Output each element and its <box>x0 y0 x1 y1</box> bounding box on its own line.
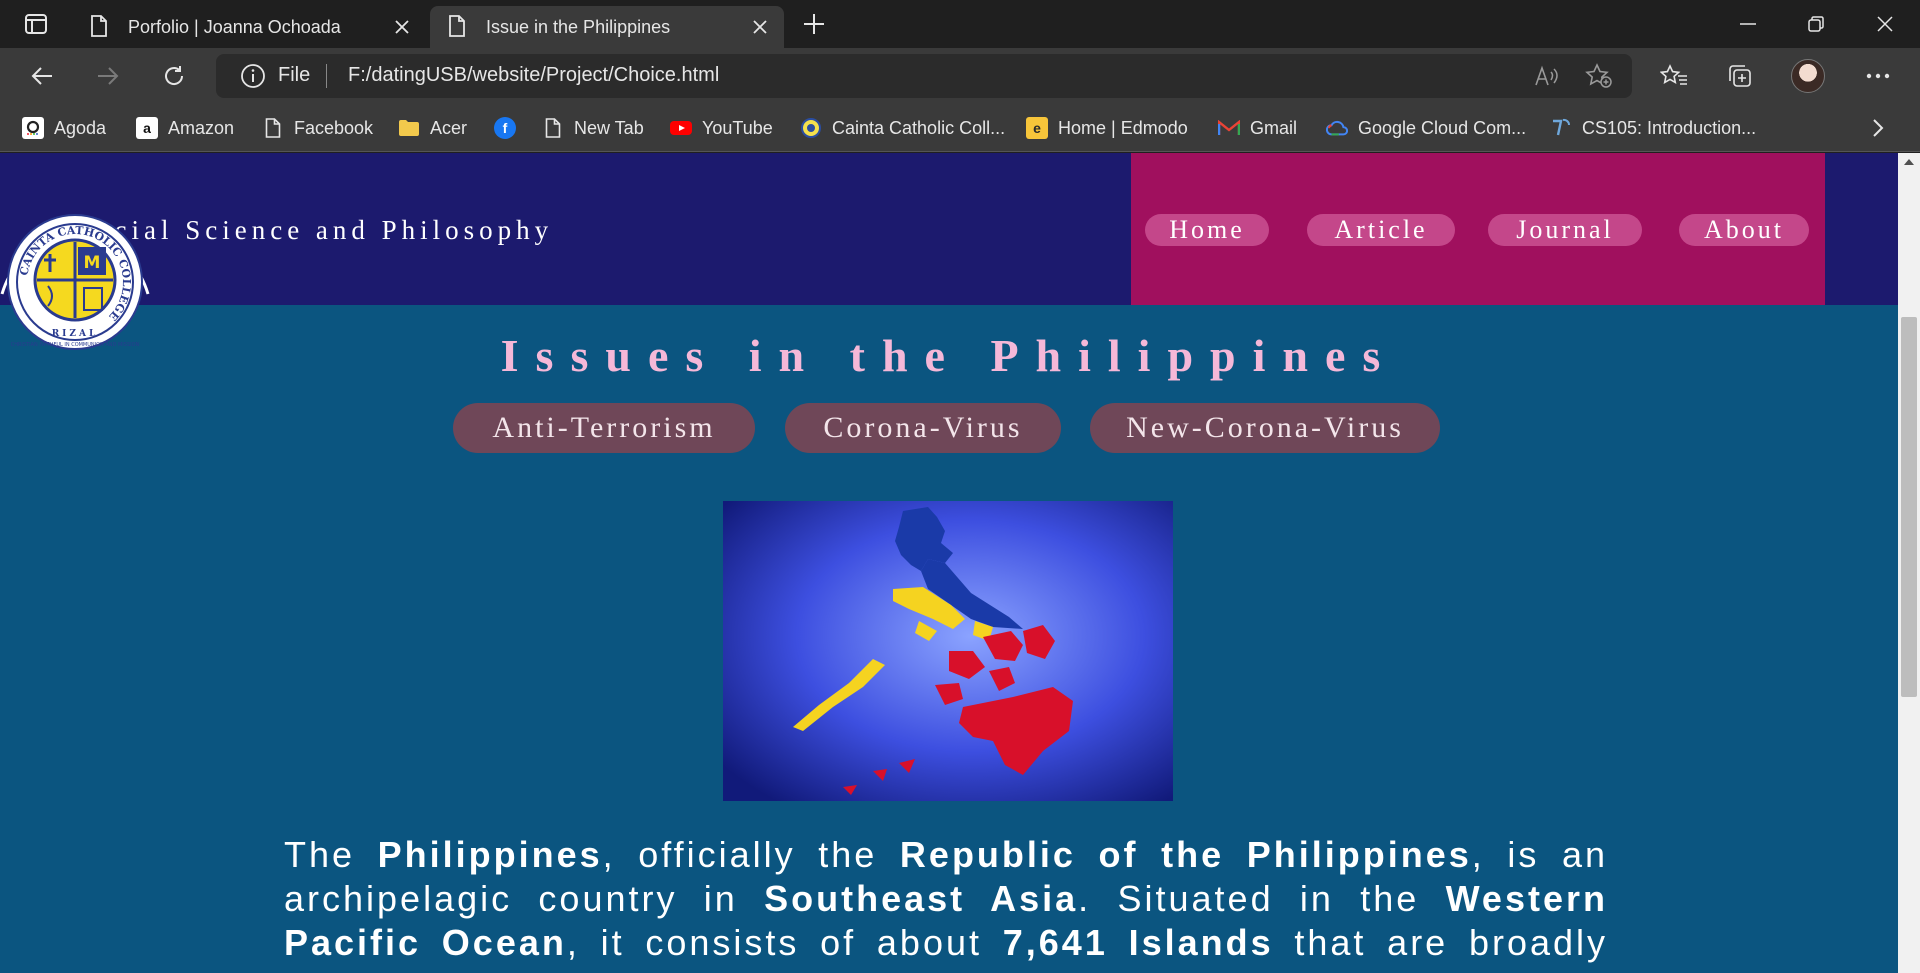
scroll-thumb[interactable] <box>1901 317 1917 697</box>
page-icon <box>262 117 284 139</box>
browser-window: Porfolio | Joanna Ochoada Issue in the P… <box>0 0 1920 973</box>
bookmark-label: New Tab <box>574 117 644 138</box>
tab-title: Issue in the Philippines <box>486 16 671 37</box>
emphasis-republic: Republic of the Philippines <box>899 834 1472 875</box>
bookmark-agoda[interactable]: Agoda <box>22 114 106 142</box>
page-icon <box>90 15 110 39</box>
page-scrollbar[interactable] <box>1898 153 1920 973</box>
bookmark-label: Facebook <box>294 117 374 138</box>
bookmarks-overflow-icon[interactable] <box>1872 114 1884 142</box>
bookmark-label: Agoda <box>54 117 107 138</box>
scheme-label: File <box>278 64 311 86</box>
restore-icon[interactable] <box>1781 0 1851 48</box>
tab-portfolio[interactable]: Porfolio | Joanna Ochoada <box>72 6 426 48</box>
bookmark-edmodo[interactable]: e Home | Edmodo <box>1026 114 1188 142</box>
tab-issues[interactable]: Issue in the Philippines <box>430 6 784 48</box>
bookmark-facebook-logo[interactable]: f <box>494 114 526 142</box>
bookmark-new-tab[interactable]: New Tab <box>542 114 644 142</box>
folder-icon <box>398 117 420 139</box>
course-icon <box>1550 117 1572 139</box>
bookmark-label: Gmail <box>1250 117 1298 138</box>
close-window-icon[interactable] <box>1850 0 1920 48</box>
collections-icon[interactable] <box>1720 58 1760 94</box>
bookmark-label: YouTube <box>702 117 773 138</box>
topic-anti-terrorism[interactable]: Anti-Terrorism <box>453 403 755 453</box>
tab-title: Porfolio | Joanna Ochoada <box>128 16 341 37</box>
facebook-icon: f <box>494 117 516 139</box>
url-text[interactable]: F:/datingUSB/website/Project/Choice.html <box>348 64 719 87</box>
new-tab-icon[interactable] <box>798 10 830 38</box>
bookmark-label: CS105: Introduction... <box>1582 117 1757 138</box>
bookmark-acer[interactable]: Acer <box>398 114 467 142</box>
site-title: ocial Science and Philosophy <box>96 215 554 245</box>
bookmark-cainta-catholic[interactable]: Cainta Catholic Coll... <box>800 114 1005 142</box>
intro-paragraph: The Philippines, officially the Republic… <box>284 834 1609 973</box>
bookmark-gmail[interactable]: Gmail <box>1218 114 1297 142</box>
bookmark-amazon[interactable]: a Amazon <box>136 114 234 142</box>
minimize-icon[interactable] <box>1713 0 1783 48</box>
read-aloud-icon[interactable] <box>1532 62 1562 90</box>
youtube-icon <box>670 117 692 139</box>
bookmark-google-cloud[interactable]: Google Cloud Com... <box>1326 114 1526 142</box>
favorites-icon[interactable] <box>1654 58 1694 94</box>
page-viewport: ocial Science and Philosophy Home Articl… <box>0 153 1898 973</box>
close-icon[interactable] <box>388 13 416 41</box>
gmail-icon <box>1218 117 1240 139</box>
edmodo-icon: e <box>1026 117 1048 139</box>
more-icon[interactable] <box>1858 58 1898 94</box>
browser-toolbar: File F:/datingUSB/website/Project/Choice… <box>0 48 1920 104</box>
add-favorite-icon[interactable] <box>1584 62 1614 90</box>
bookmark-label: Acer <box>430 117 468 138</box>
nav-article[interactable]: Article <box>1307 214 1455 246</box>
google-cloud-icon <box>1326 117 1348 139</box>
divider <box>326 64 327 88</box>
tab-actions-icon[interactable] <box>10 8 62 40</box>
bookmark-label: Home | Edmodo <box>1058 117 1188 138</box>
close-icon[interactable] <box>746 13 774 41</box>
refresh-icon[interactable] <box>154 58 194 94</box>
site-header: ocial Science and Philosophy Home Articl… <box>0 153 1898 305</box>
profile-avatar[interactable] <box>1791 59 1825 93</box>
bookmarks-bar: Agoda a Amazon Facebook Acer f New Tab Y… <box>0 104 1920 152</box>
agoda-icon <box>22 117 44 139</box>
nav-home[interactable]: Home <box>1145 214 1269 246</box>
nav-journal[interactable]: Journal <box>1488 214 1642 246</box>
amazon-icon: a <box>136 117 158 139</box>
bookmark-youtube[interactable]: YouTube <box>670 114 773 142</box>
forward-icon[interactable] <box>88 58 128 94</box>
page-icon <box>542 117 564 139</box>
main-nav: Home Article Journal About <box>1131 153 1825 305</box>
bookmark-facebook[interactable]: Facebook <box>262 114 373 142</box>
topic-corona-virus[interactable]: Corona-Virus <box>785 403 1061 453</box>
info-icon[interactable] <box>240 63 266 94</box>
bookmark-label: Google Cloud Com... <box>1358 117 1527 138</box>
topic-new-corona-virus[interactable]: New-Corona-Virus <box>1090 403 1440 453</box>
back-icon[interactable] <box>22 58 62 94</box>
address-bar[interactable]: File F:/datingUSB/website/Project/Choice… <box>216 54 1632 98</box>
svg-text:M: M <box>84 253 101 273</box>
bookmark-cs105[interactable]: CS105: Introduction... <box>1550 114 1756 142</box>
scroll-up-icon[interactable] <box>1904 159 1914 165</box>
bookmark-label: Cainta Catholic Coll... <box>832 117 1006 138</box>
tab-strip: Porfolio | Joanna Ochoada Issue in the P… <box>0 0 1920 48</box>
bookmark-label: Amazon <box>168 117 235 138</box>
page-icon <box>448 15 468 39</box>
emphasis-philippines: Philippines <box>377 834 603 875</box>
emphasis-islands: 7,641 Islands <box>1002 922 1274 963</box>
school-icon <box>800 117 822 139</box>
philippines-map-image <box>723 501 1173 801</box>
emphasis-southeast-asia: Southeast Asia <box>764 878 1079 919</box>
nav-about[interactable]: About <box>1679 214 1809 246</box>
page-heading: Issues in the Philippines <box>500 330 1398 381</box>
